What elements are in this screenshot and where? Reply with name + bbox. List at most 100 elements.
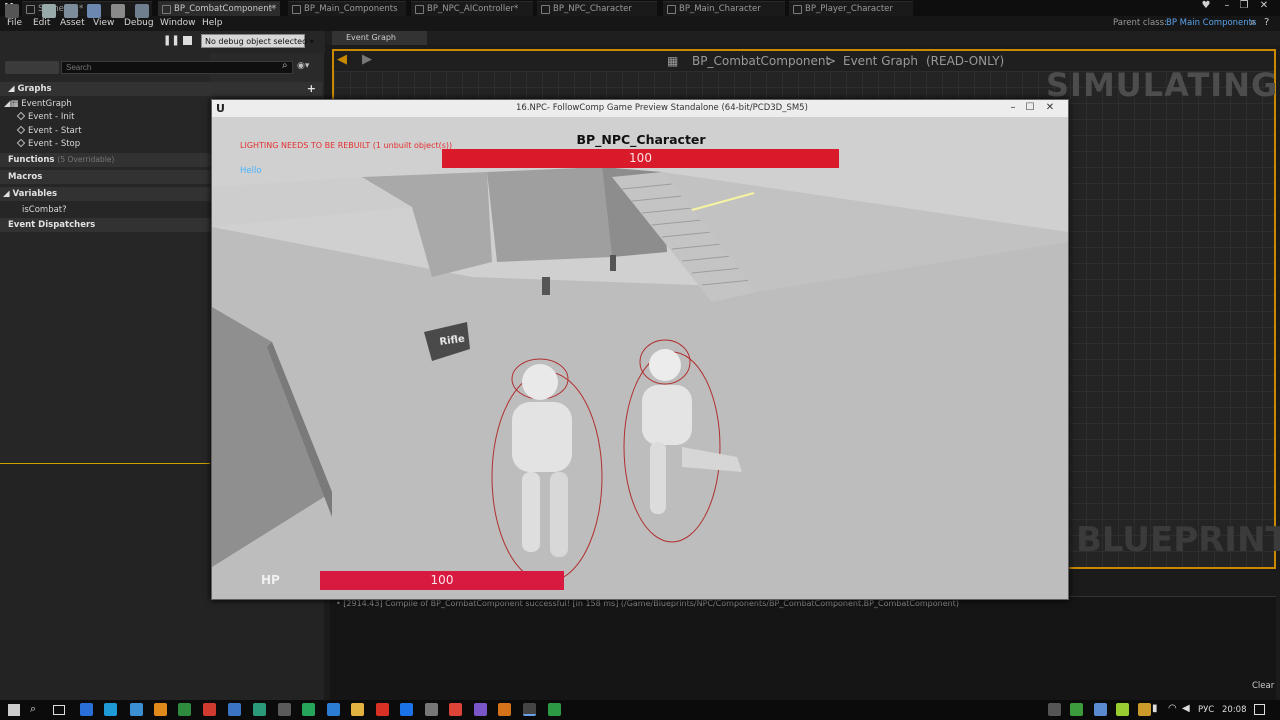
folder-icon[interactable] bbox=[351, 703, 364, 716]
tab-bp-npc-character[interactable]: BP_NPC_Character bbox=[537, 1, 657, 16]
player-hp-value: 100 bbox=[430, 573, 454, 587]
network-icon[interactable]: ◠ bbox=[1168, 703, 1177, 714]
keyboard-language[interactable]: РУС bbox=[1198, 705, 1214, 715]
find-icon[interactable] bbox=[87, 4, 101, 18]
tree-item-event-start[interactable]: Event - Start bbox=[16, 125, 82, 136]
taskbar-app-icon[interactable] bbox=[130, 703, 143, 716]
menu-help[interactable]: Help bbox=[202, 18, 223, 28]
close-icon[interactable]: × bbox=[268, 3, 276, 13]
tray-icon[interactable] bbox=[1094, 703, 1107, 716]
tray-icon[interactable] bbox=[1116, 703, 1129, 716]
task-view-icon[interactable] bbox=[53, 705, 65, 715]
taskbar-app-icon[interactable] bbox=[548, 703, 561, 716]
pause-icon[interactable]: ❚❚ bbox=[163, 35, 180, 46]
taskbar-app-icon[interactable] bbox=[203, 703, 216, 716]
add-new-button[interactable] bbox=[5, 61, 59, 74]
taskbar-app-icon[interactable] bbox=[474, 703, 487, 716]
tray-icon[interactable] bbox=[1138, 703, 1151, 716]
windows-start-icon[interactable] bbox=[8, 704, 20, 716]
search-icon[interactable]: ⌕ bbox=[1250, 17, 1256, 28]
taskbar-app-icon[interactable] bbox=[376, 703, 389, 716]
tab-bp-main-character[interactable]: BP_Main_Character bbox=[663, 1, 785, 16]
parent-class-link[interactable]: BP Main Components bbox=[1166, 18, 1256, 28]
read-only-label: (READ-ONLY) bbox=[926, 54, 1005, 68]
menu-view[interactable]: View bbox=[93, 18, 114, 28]
menu-debug[interactable]: Debug bbox=[124, 18, 154, 28]
debug-object-select[interactable]: No debug object selected ▾ bbox=[201, 34, 314, 48]
volume-icon[interactable]: ◀ bbox=[1182, 703, 1190, 714]
game-viewport[interactable]: Rifle bbox=[212, 117, 1068, 599]
breadcrumb-separator: > bbox=[826, 54, 837, 68]
taskbar-app-icon[interactable] bbox=[302, 703, 315, 716]
save-icon[interactable] bbox=[42, 4, 56, 18]
taskbar-app-icon[interactable] bbox=[228, 703, 241, 716]
stop-icon[interactable] bbox=[183, 36, 192, 45]
clock[interactable]: 20:08 bbox=[1222, 705, 1247, 715]
taskbar-app-icon[interactable] bbox=[80, 703, 93, 716]
forward-arrow-icon[interactable]: ▶ bbox=[362, 52, 372, 67]
menu-file[interactable]: File bbox=[7, 18, 22, 28]
help-icon[interactable]: ? bbox=[1264, 17, 1269, 28]
eye-icon[interactable]: ◉▾ bbox=[297, 61, 309, 71]
chrome-icon[interactable] bbox=[449, 703, 462, 716]
taskbar-app-icon[interactable] bbox=[327, 703, 340, 716]
compile-icon[interactable] bbox=[5, 4, 19, 18]
taskbar-app-icon[interactable] bbox=[104, 703, 117, 716]
blueprint-watermark: BLUEPRINT bbox=[1076, 520, 1280, 560]
menu-window[interactable]: Window bbox=[160, 18, 196, 28]
unreal-engine-icon[interactable] bbox=[523, 703, 536, 716]
minimize-icon[interactable]: – bbox=[1005, 101, 1021, 115]
lighting-warning: LIGHTING NEEDS TO BE REBUILT (1 unbuilt … bbox=[240, 141, 453, 150]
tree-item-event-init[interactable]: Event - Init bbox=[16, 111, 74, 122]
blueprint-icon bbox=[292, 5, 301, 14]
close-window-icon[interactable]: ✕ bbox=[1042, 101, 1058, 115]
battery-icon[interactable]: ▮ bbox=[1152, 703, 1158, 714]
taskbar-app-icon[interactable] bbox=[278, 703, 291, 716]
taskbar-app-icon[interactable] bbox=[400, 703, 413, 716]
tray-icon[interactable] bbox=[1070, 703, 1083, 716]
blueprint-icon bbox=[415, 5, 424, 14]
class-defaults-icon[interactable] bbox=[135, 4, 149, 18]
menu-asset[interactable]: Asset bbox=[60, 18, 85, 28]
class-settings-icon[interactable] bbox=[111, 4, 125, 18]
close-window-icon[interactable]: ✕ bbox=[1256, 0, 1272, 12]
back-arrow-icon[interactable]: ◀ bbox=[337, 52, 347, 67]
search-icon[interactable]: ⌕ bbox=[30, 702, 36, 716]
notifications-icon[interactable] bbox=[1254, 704, 1265, 715]
restore-icon[interactable]: ❐ bbox=[1236, 0, 1252, 12]
browse-icon[interactable] bbox=[64, 4, 78, 18]
tab-event-graph[interactable]: Event Graph bbox=[332, 31, 427, 45]
event-icon bbox=[16, 125, 26, 135]
taskbar-app-icon[interactable] bbox=[498, 703, 511, 716]
taskbar bbox=[0, 700, 1280, 720]
tray-icon[interactable] bbox=[1048, 703, 1061, 716]
taskbar-app-icon[interactable] bbox=[154, 703, 167, 716]
hp-label: HP bbox=[261, 573, 280, 587]
debug-print-text: Hello bbox=[240, 166, 262, 176]
graphs-section-header[interactable]: ◢ Graphs + bbox=[0, 82, 322, 96]
search-input[interactable] bbox=[61, 61, 293, 74]
maximize-icon[interactable]: ☐ bbox=[1022, 101, 1038, 115]
minimize-icon[interactable]: – bbox=[1219, 0, 1235, 12]
search-icon: ⌕ bbox=[282, 60, 288, 71]
add-icon[interactable]: + bbox=[307, 82, 316, 95]
compiler-results-panel bbox=[330, 596, 1276, 700]
taskbar-app-icon[interactable] bbox=[425, 703, 438, 716]
feedback-icon[interactable]: ♥ bbox=[1198, 0, 1214, 12]
tree-item-eventgraph[interactable]: ◢▦ EventGraph bbox=[4, 99, 72, 109]
tab-bp-npc-aicontroller[interactable]: BP_NPC_AIController* bbox=[411, 1, 533, 16]
breadcrumb-root[interactable]: BP_CombatComponent bbox=[692, 54, 830, 68]
blueprint-icon bbox=[541, 5, 550, 14]
unreal-engine-icon: U bbox=[216, 102, 225, 115]
variable-iscombat[interactable]: isCombat? bbox=[22, 205, 67, 215]
taskbar-app-icon[interactable] bbox=[178, 703, 191, 716]
menu-edit[interactable]: Edit bbox=[33, 18, 50, 28]
taskbar-app-icon[interactable] bbox=[253, 703, 266, 716]
clear-button[interactable]: Clear bbox=[1252, 681, 1274, 691]
tab-bp-combatcomponent[interactable]: BP_CombatComponent* × bbox=[158, 1, 280, 16]
breadcrumb-leaf: Event Graph bbox=[843, 54, 918, 68]
tree-item-event-stop[interactable]: Event - Stop bbox=[16, 138, 80, 149]
tab-bp-main-components[interactable]: BP_Main_Components bbox=[288, 1, 406, 16]
tab-bp-player-character[interactable]: BP_Player_Character bbox=[789, 1, 913, 16]
graph-breadcrumb-icon: ▦ bbox=[667, 54, 679, 68]
